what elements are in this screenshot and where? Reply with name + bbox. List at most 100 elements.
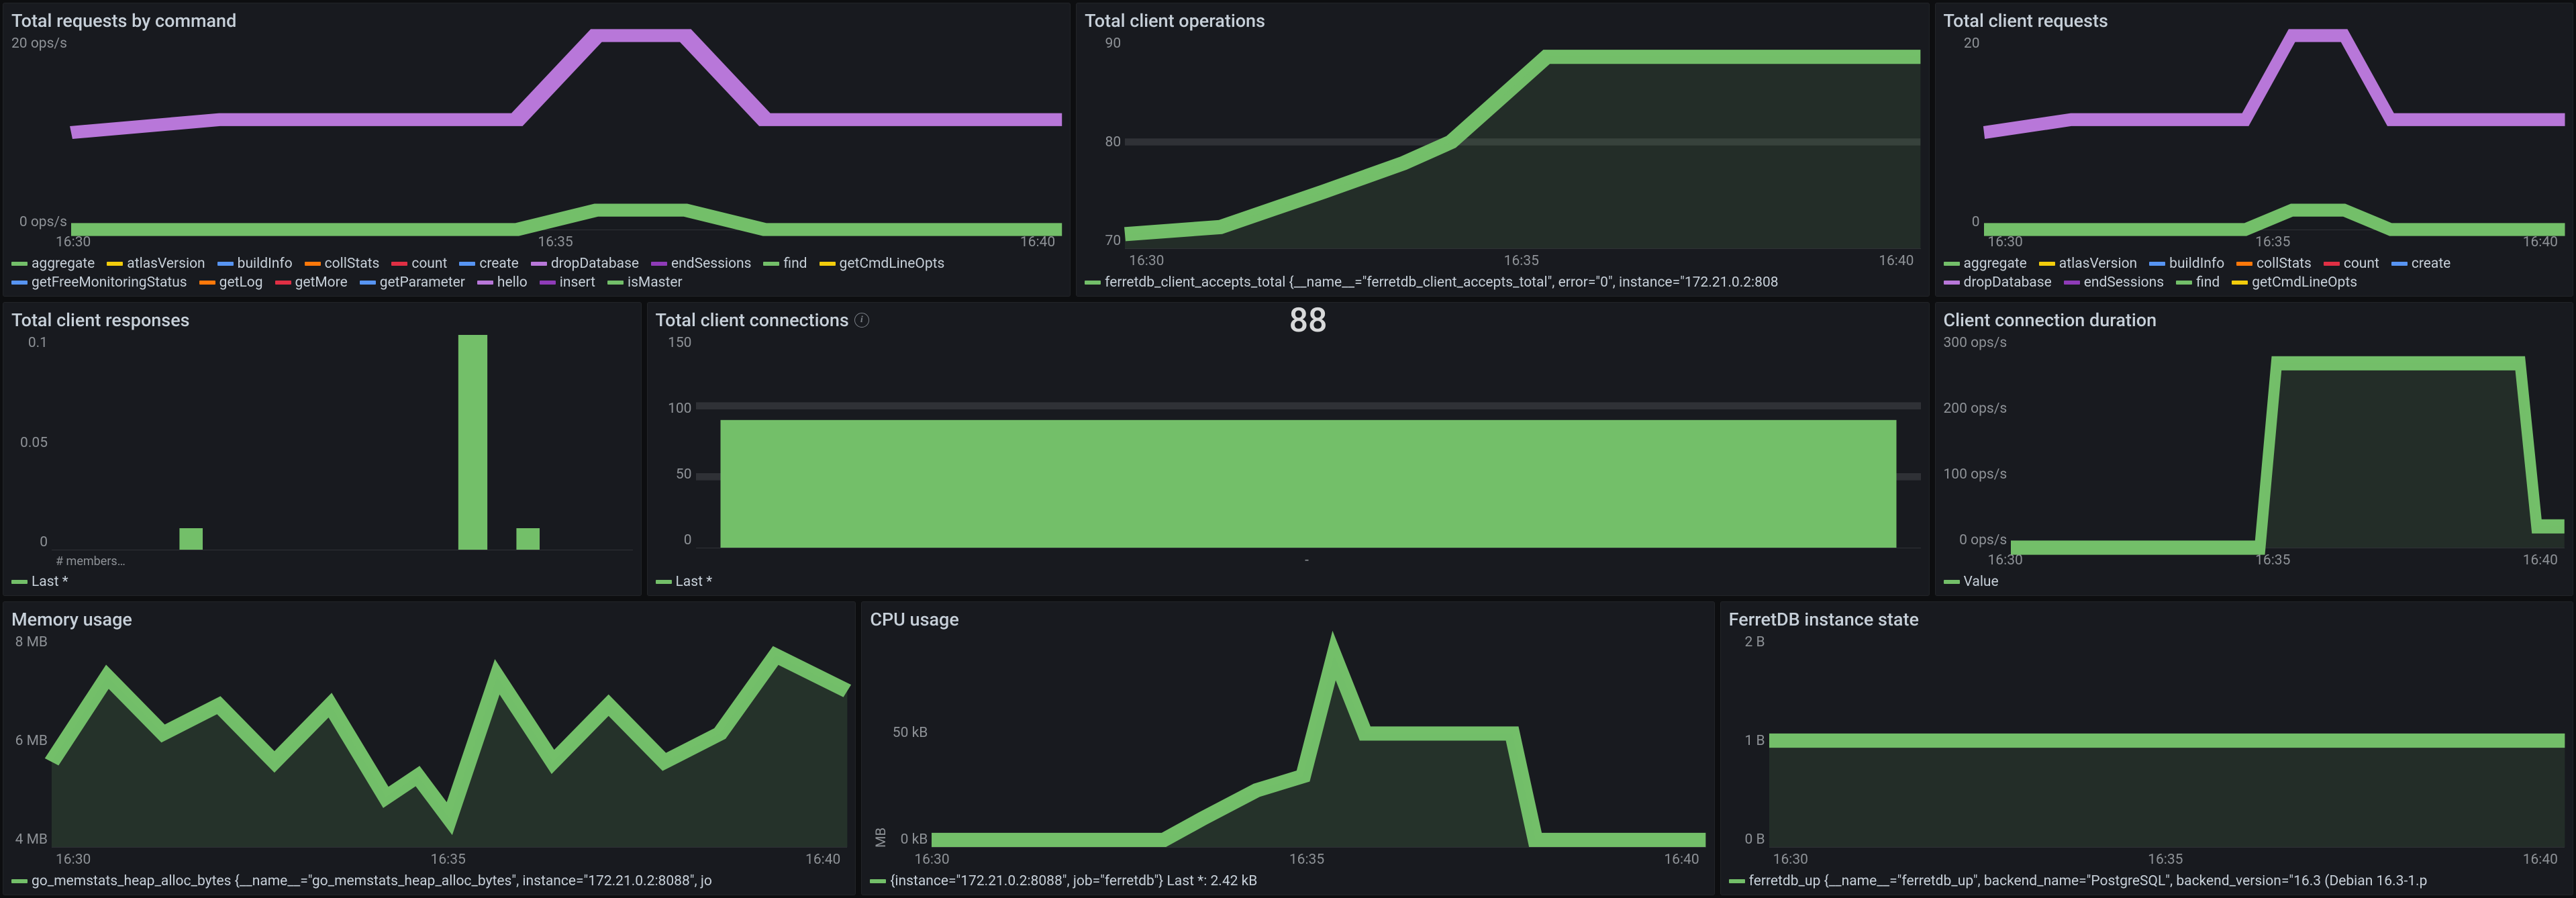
legend-item[interactable]: atlasVersion (2039, 256, 2137, 272)
legend[interactable]: {instance="172.21.0.2:8088", job="ferret… (870, 873, 1705, 889)
legend-item[interactable]: hello (477, 275, 528, 291)
legend[interactable]: Value (1944, 574, 2565, 590)
legend-item[interactable]: buildInfo (217, 256, 293, 272)
swatch (11, 262, 28, 266)
legend-item[interactable]: {instance="172.21.0.2:8088", job="ferret… (870, 873, 1257, 889)
legend-item[interactable]: count (2324, 256, 2379, 272)
y-axis: 90 80 70 (1085, 36, 1125, 249)
legend-item[interactable]: go_memstats_heap_alloc_bytes {__name__="… (11, 873, 712, 889)
chart-area: 0.1 0.05 0 (11, 335, 633, 550)
legend-item[interactable]: dropDatabase (531, 256, 639, 272)
legend-label: buildInfo (238, 256, 293, 272)
legend-item[interactable]: getLog (199, 275, 263, 291)
legend-item[interactable]: getFreeMonitoringStatus (11, 275, 187, 291)
info-icon[interactable]: i (854, 313, 869, 328)
legend[interactable]: Last * (11, 574, 633, 590)
panel-total-client-responses[interactable]: Total client responses 0.1 0.05 0 # memb… (3, 302, 642, 596)
legend-label: dropDatabase (1964, 275, 2052, 291)
dashboard-grid: Total requests by command 20 ops/s 0 ops… (3, 3, 2573, 895)
panel-client-connection-duration[interactable]: Client connection duration 300 ops/s 200… (1935, 302, 2574, 596)
legend-item[interactable]: collStats (305, 256, 380, 272)
legend[interactable]: aggregate atlasVersion buildInfo collStats c… (11, 256, 1062, 291)
legend-label: getCmdLineOpts (2252, 275, 2357, 291)
legend-label: count (411, 256, 447, 272)
legend[interactable]: go_memstats_heap_alloc_bytes {__name__="… (11, 873, 847, 889)
legend-item[interactable]: aggregate (1944, 256, 2027, 272)
legend-item[interactable]: getCmdLineOpts (820, 256, 945, 272)
legend-item[interactable]: ferretdb_client_accepts_total {__name__=… (1085, 275, 1778, 291)
x-axis: 16:30 16:35 16:40 (1729, 848, 2565, 869)
plot[interactable] (52, 634, 847, 848)
legend-item[interactable]: Last * (11, 574, 68, 590)
plot[interactable] (1984, 36, 2565, 230)
swatch (199, 281, 215, 285)
chart-area: 300 ops/s 200 ops/s 100 ops/s 0 ops/s (1944, 335, 2565, 548)
legend-item[interactable]: Last * (656, 574, 713, 590)
x-axis: 16:30 16:35 16:40 (1085, 249, 1920, 270)
legend-item[interactable]: collStats (2236, 256, 2312, 272)
panel-cpu-usage[interactable]: CPU usage MB 50 kB 0 kB 16:30 16:35 16:4… (861, 601, 1714, 895)
swatch (2232, 281, 2248, 285)
legend[interactable]: ferretdb_up {__name__="ferretdb_up", bac… (1729, 873, 2565, 889)
legend-label: count (2344, 256, 2379, 272)
legend-item[interactable]: getMore (275, 275, 348, 291)
swatch (305, 262, 321, 266)
legend-label: getMore (295, 275, 348, 291)
panel-title: FerretDB instance state (1729, 609, 2565, 630)
legend-item[interactable]: getParameter (360, 275, 465, 291)
legend[interactable]: Last * (656, 574, 1921, 590)
swatch (391, 262, 407, 266)
legend-item[interactable]: endSessions (651, 256, 751, 272)
legend-item[interactable]: getCmdLineOpts (2232, 275, 2357, 291)
swatch (11, 879, 28, 883)
plot[interactable] (71, 36, 1062, 230)
panel-total-client-connections[interactable]: Total client connections i 150 100 50 0 … (647, 302, 1930, 596)
legend[interactable]: ferretdb_client_accepts_total {__name__=… (1085, 275, 1920, 291)
swatch (477, 281, 493, 285)
panel-ferretdb-instance-state[interactable]: FerretDB instance state 2 B 1 B 0 B 16:3… (1720, 601, 2573, 895)
chart-area: 8 MB 6 MB 4 MB (11, 634, 847, 848)
swatch (107, 262, 123, 266)
legend-item[interactable]: ferretdb_up {__name__="ferretdb_up", bac… (1729, 873, 2428, 889)
legend-label: hello (497, 275, 528, 291)
plot[interactable] (2011, 335, 2565, 548)
panel-title: Total requests by command (11, 10, 1062, 32)
panel-memory-usage[interactable]: Memory usage 8 MB 6 MB 4 MB 16:30 16:35 … (3, 601, 856, 895)
legend-item[interactable]: dropDatabase (1944, 275, 2052, 291)
plot[interactable] (1125, 36, 1920, 249)
legend-label: insert (560, 275, 595, 291)
plot[interactable] (932, 634, 1705, 848)
panel-title: Client connection duration (1944, 309, 2565, 331)
swatch (459, 262, 475, 266)
legend-item[interactable]: isMaster (607, 275, 683, 291)
swatch (360, 281, 376, 285)
y-axis: 300 ops/s 200 ops/s 100 ops/s 0 ops/s (1944, 335, 2012, 548)
plot[interactable] (1769, 634, 2565, 848)
legend-item[interactable]: Value (1944, 574, 1999, 590)
plot[interactable]: 88 (696, 335, 1921, 548)
y-axis: 2 B 1 B 0 B (1729, 634, 1769, 848)
swatch (1729, 879, 1745, 883)
panel-total-client-requests[interactable]: Total client requests 20 0 16:30 16:35 1… (1935, 3, 2574, 297)
legend-item[interactable]: aggregate (11, 256, 95, 272)
legend-item[interactable]: insert (540, 275, 595, 291)
legend-item[interactable]: create (2391, 256, 2450, 272)
legend-label: buildInfo (2169, 256, 2224, 272)
legend-label: atlasVersion (2059, 256, 2137, 272)
swatch (1944, 262, 1960, 266)
legend-item[interactable]: find (763, 256, 807, 272)
legend-item[interactable]: find (2176, 275, 2220, 291)
panel-total-requests-by-command[interactable]: Total requests by command 20 ops/s 0 ops… (3, 3, 1071, 297)
legend-item[interactable]: atlasVersion (107, 256, 205, 272)
big-number: 88 (1289, 302, 1328, 340)
legend-label: find (783, 256, 807, 272)
legend[interactable]: aggregate atlasVersion buildInfo collStats c… (1944, 256, 2565, 291)
legend-item[interactable]: create (459, 256, 518, 272)
swatch (2236, 262, 2252, 266)
plot[interactable] (52, 335, 633, 550)
legend-item[interactable]: buildInfo (2149, 256, 2224, 272)
panel-total-client-operations[interactable]: Total client operations 90 80 70 16:30 1… (1076, 3, 1929, 297)
legend-item[interactable]: count (391, 256, 447, 272)
swatch (656, 580, 672, 584)
legend-item[interactable]: endSessions (2064, 275, 2164, 291)
